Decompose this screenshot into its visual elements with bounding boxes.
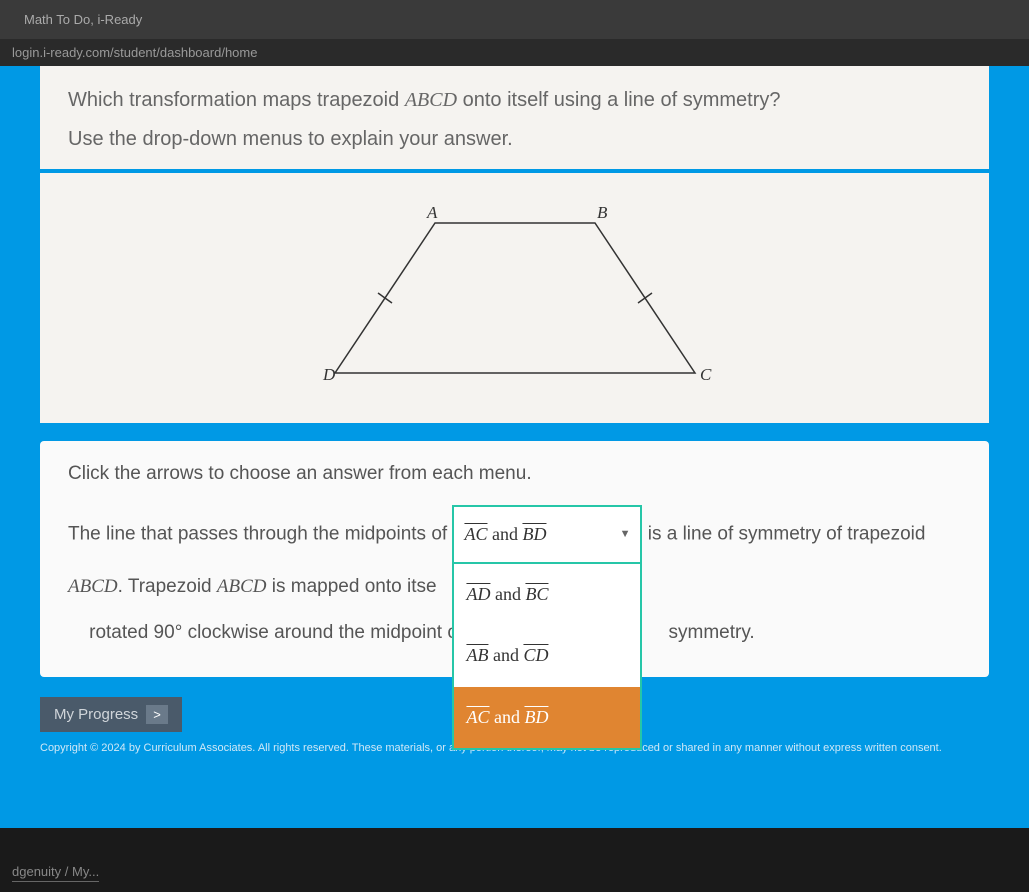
question-line-1: Which transformation maps trapezoid ABCD… xyxy=(68,84,961,116)
answer-math-2: ABCD xyxy=(217,576,267,597)
question-suffix: onto itself using a line of symmetry? xyxy=(457,89,780,111)
browser-tab[interactable]: Math To Do, i-Ready xyxy=(12,8,154,31)
taskbar-tab[interactable]: dgenuity / My... xyxy=(12,864,99,882)
chevron-down-icon: ▼ xyxy=(610,521,631,547)
dropdown-option-2[interactable]: AB and CD xyxy=(454,625,640,686)
question-prefix: Which transformation maps trapezoid xyxy=(68,89,405,111)
question-card: Which transformation maps trapezoid ABCD… xyxy=(40,66,989,169)
vertex-a-label: A xyxy=(426,203,438,222)
dropdown-option-3[interactable]: AC and BD xyxy=(454,687,640,748)
question-math: ABCD xyxy=(405,89,457,111)
answer-text-4a: rotated 90° clockwise around the midpoin… xyxy=(89,622,458,643)
vertex-c-label: C xyxy=(700,365,712,384)
answer-math-1: ABCD xyxy=(68,576,118,597)
answer-card: Click the arrows to choose an answer fro… xyxy=(40,441,989,677)
dropdown-option-1[interactable]: AD and BC xyxy=(454,564,640,625)
trapezoid-diagram: A B C D xyxy=(305,198,725,398)
answer-text-2: is a line of symmetry of trapezoid xyxy=(648,524,926,545)
answer-text-3a: . Trapezoid xyxy=(118,576,217,597)
taskbar: dgenuity / My... xyxy=(0,854,1029,892)
diagram-card: A B C D xyxy=(40,173,989,423)
answer-text-4b: symmetry. xyxy=(669,622,755,643)
dropdown-list: AD and BC AB and CD AC and BD xyxy=(452,564,642,750)
answer-text-3b: is mapped onto itse xyxy=(267,576,437,597)
dropdown-selected[interactable]: AC and BD ▼ xyxy=(452,505,642,564)
browser-chrome: Math To Do, i-Ready xyxy=(0,0,1029,39)
my-progress-button[interactable]: My Progress > xyxy=(40,697,182,732)
answer-instruction: Click the arrows to choose an answer fro… xyxy=(68,463,961,485)
main-content: Which transformation maps trapezoid ABCD… xyxy=(0,66,1029,828)
vertex-b-label: B xyxy=(597,203,608,222)
answer-sentence: The line that passes through the midpoin… xyxy=(68,505,961,655)
chevron-right-icon: > xyxy=(146,705,168,724)
answer-text-1: The line that passes through the midpoin… xyxy=(68,524,452,545)
progress-label: My Progress xyxy=(54,706,138,723)
question-line-2: Use the drop-down menus to explain your … xyxy=(68,128,961,151)
url-bar[interactable]: login.i-ready.com/student/dashboard/home xyxy=(0,39,1029,66)
dropdown-1[interactable]: AC and BD ▼ AD and BC AB and CD AC and B… xyxy=(452,505,642,564)
vertex-d-label: D xyxy=(322,365,336,384)
